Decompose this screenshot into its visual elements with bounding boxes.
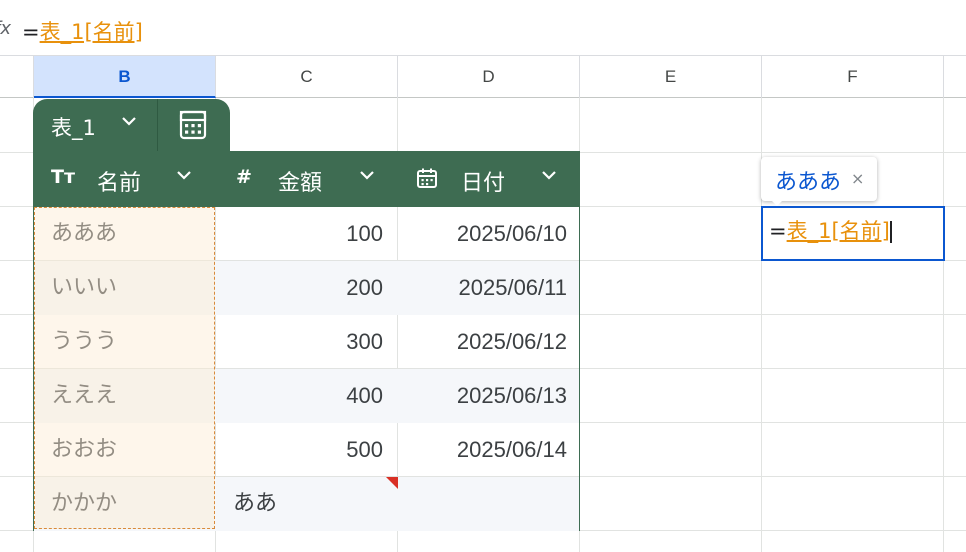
formula-input[interactable]: =表_1[名前] [22, 16, 143, 46]
chevron-down-icon[interactable] [357, 165, 377, 190]
column-header-b[interactable]: B [34, 56, 216, 98]
column-header-date[interactable]: 日付 [461, 165, 505, 197]
column-header-f[interactable]: F [762, 56, 944, 98]
table-name[interactable]: 表_1 [51, 112, 96, 142]
cell-date[interactable] [399, 477, 579, 531]
fx-icon: fx [0, 18, 11, 39]
editor-formula[interactable]: =表_1[名前] [769, 215, 892, 245]
grid-line [943, 98, 944, 552]
column-header-g[interactable] [944, 56, 966, 98]
data-validation-flag [386, 477, 398, 489]
cell-amount[interactable]: 500 [217, 423, 399, 477]
cell-amount[interactable]: 400 [217, 369, 399, 423]
text-caret [889, 221, 892, 243]
table-row: いいい 200 2025/06/11 [34, 261, 579, 315]
cell-name[interactable]: いいい [34, 261, 216, 315]
cell-date[interactable]: 2025/06/12 [399, 315, 579, 369]
table-body: あああ 100 2025/06/10 いいい 200 2025/06/11 うう… [33, 207, 580, 531]
chevron-down-icon[interactable] [174, 165, 194, 190]
formula-equals: = [22, 20, 40, 44]
close-icon[interactable]: × [851, 169, 864, 188]
cell-name[interactable]: えええ [34, 369, 216, 423]
cell-date[interactable]: 2025/06/11 [399, 261, 579, 315]
column-header-e[interactable]: E [580, 56, 762, 98]
column-header-a[interactable] [0, 56, 34, 98]
table-name-tab[interactable]: 表_1 [33, 99, 230, 151]
formula-reference: 表_1[名前] [39, 20, 143, 44]
table-row: かかか ああ [34, 477, 579, 531]
table-row: あああ 100 2025/06/10 [34, 207, 579, 261]
cell-amount[interactable]: ああ [217, 477, 399, 531]
cell-amount[interactable]: 200 [217, 261, 399, 315]
chip-value[interactable]: あああ [775, 164, 841, 196]
table-row: ううう 300 2025/06/12 [34, 315, 579, 369]
chevron-down-icon[interactable] [539, 165, 559, 190]
cell-date[interactable]: 2025/06/14 [399, 423, 579, 477]
table-row: おおお 500 2025/06/14 [34, 423, 579, 477]
table-header-row: Tт 名前 # 金額 日付 [33, 151, 580, 207]
cell-name[interactable]: おおお [34, 423, 216, 477]
chip-pointer [770, 199, 784, 206]
column-header-amount[interactable]: 金額 [278, 165, 322, 197]
column-header-d[interactable]: D [398, 56, 580, 98]
editor-reference: 表_1[名前] [786, 219, 890, 243]
number-type-icon: # [236, 166, 252, 188]
text-type-icon: Tт [51, 166, 75, 188]
autocomplete-chip[interactable]: あああ × [761, 157, 877, 201]
active-cell-editor[interactable]: =表_1[名前] [761, 206, 945, 261]
chevron-down-icon[interactable] [119, 111, 139, 136]
cell-amount[interactable]: 100 [217, 207, 399, 261]
formula-bar[interactable]: fx =表_1[名前] [0, 0, 966, 56]
column-header-c[interactable]: C [216, 56, 398, 98]
column-header-name[interactable]: 名前 [97, 165, 141, 197]
calculator-icon[interactable] [178, 110, 208, 140]
cell-amount[interactable]: 300 [217, 315, 399, 369]
editor-equals: = [769, 219, 787, 243]
tab-divider [157, 99, 158, 151]
cell-date[interactable]: 2025/06/13 [399, 369, 579, 423]
cell-name[interactable]: かかか [34, 477, 216, 531]
table-row: えええ 400 2025/06/13 [34, 369, 579, 423]
calendar-icon [416, 167, 438, 194]
column-headers: B C D E F [0, 56, 966, 98]
cell-name[interactable]: あああ [34, 207, 216, 261]
cell-date[interactable]: 2025/06/10 [399, 207, 579, 261]
cell-name[interactable]: ううう [34, 315, 216, 369]
